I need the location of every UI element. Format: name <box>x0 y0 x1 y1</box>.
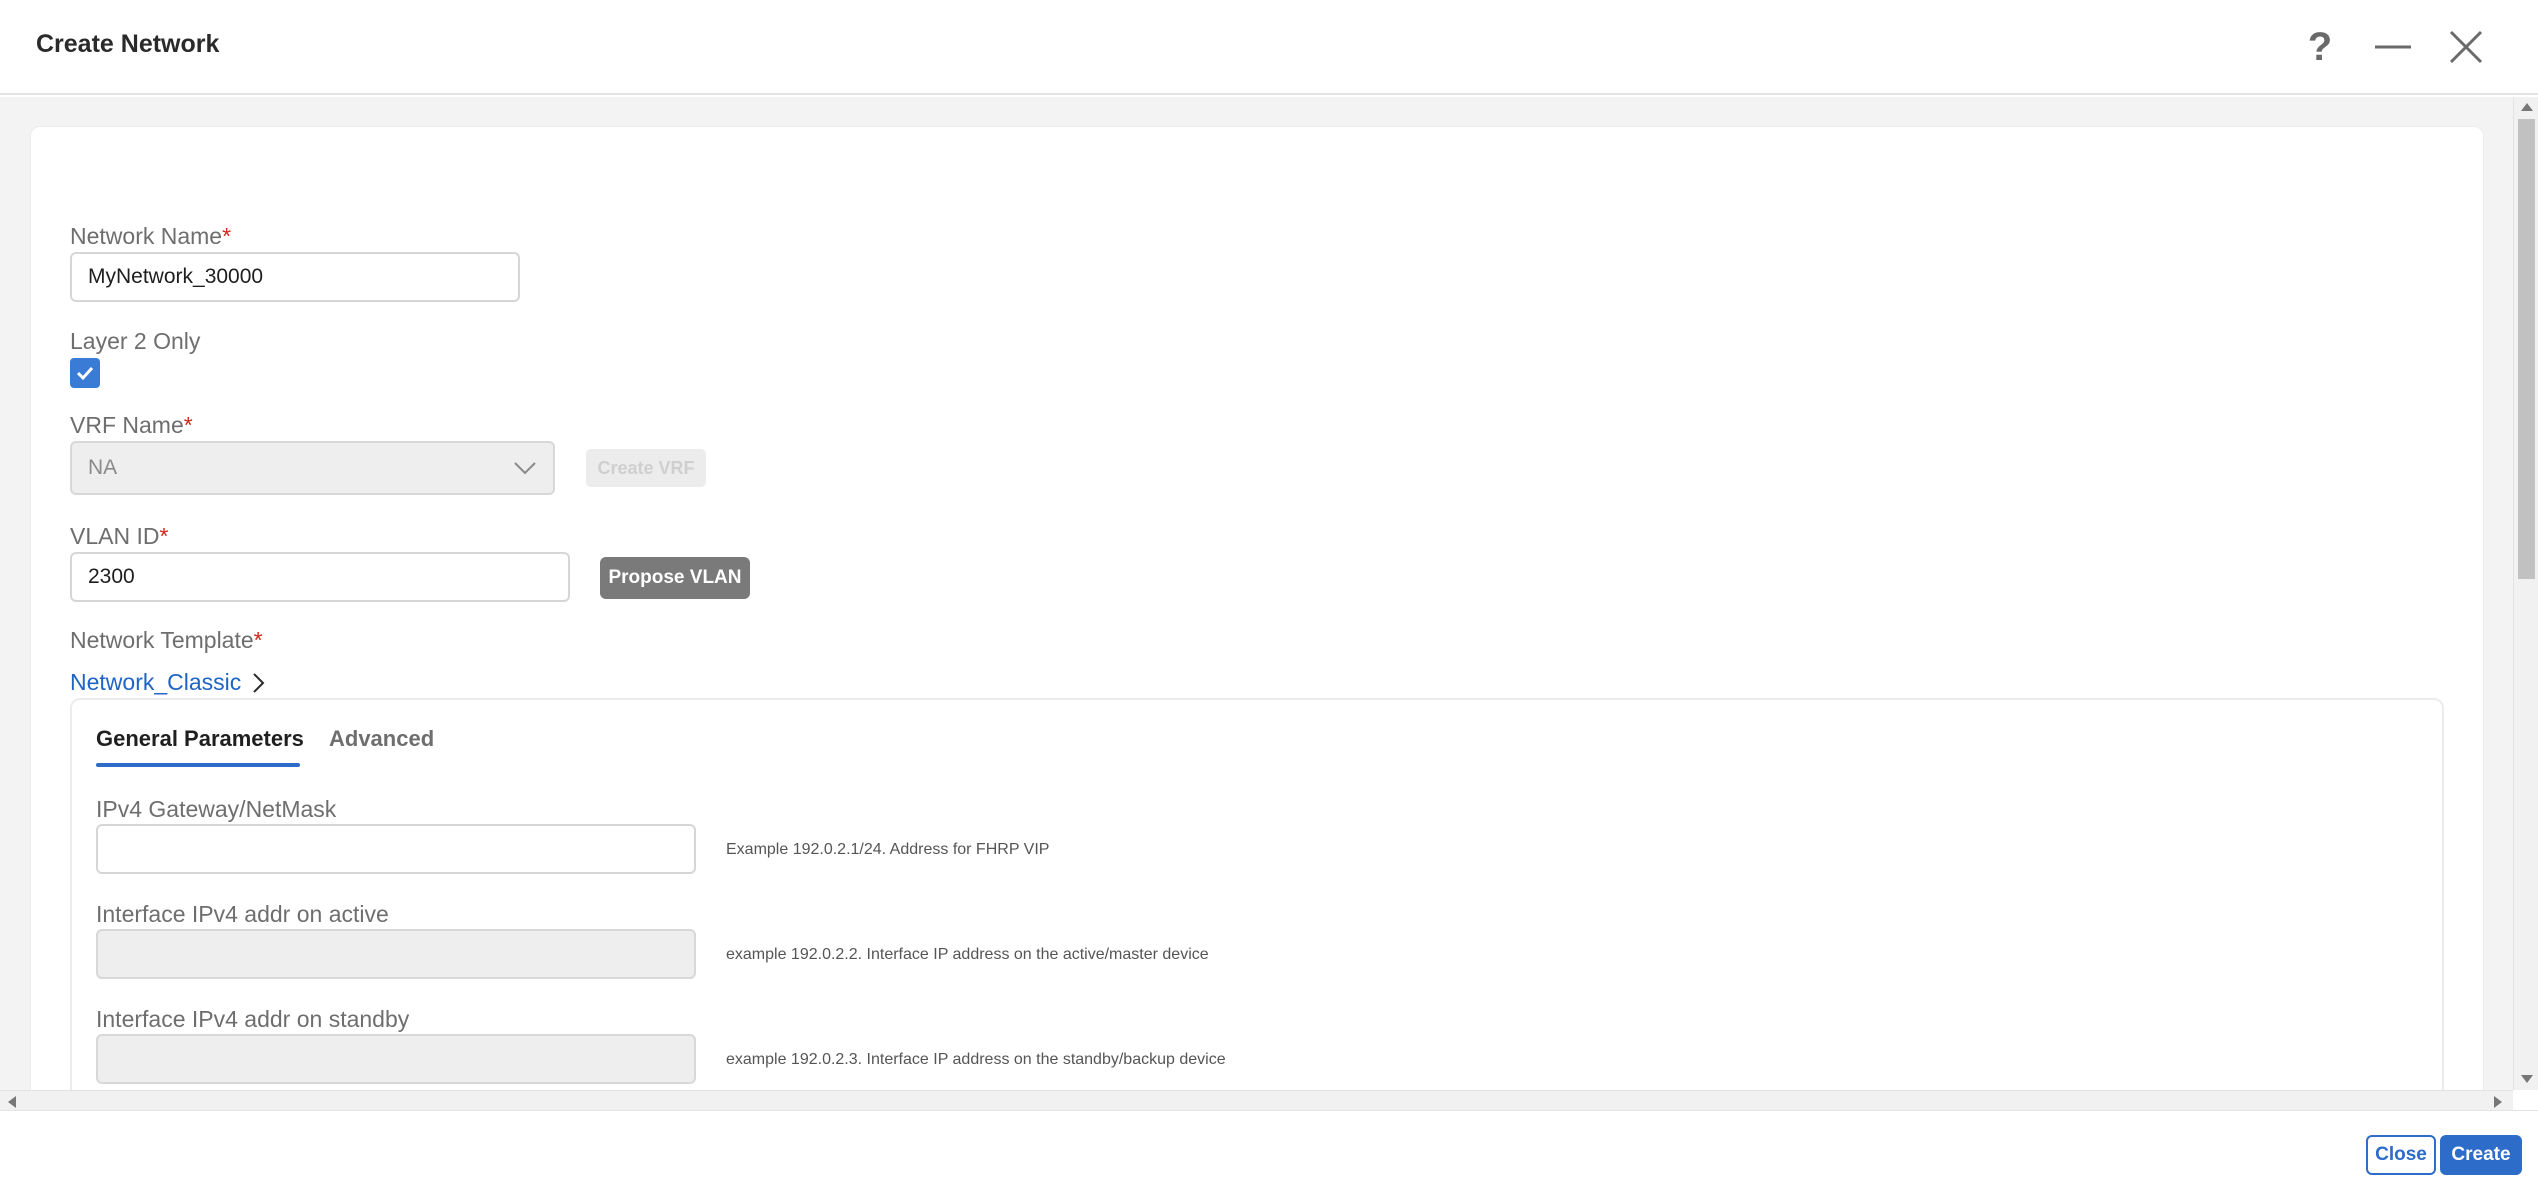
scroll-up-arrow[interactable] <box>2521 103 2533 111</box>
vlan-id-input[interactable]: 2300 <box>70 552 570 602</box>
tab-general-parameters[interactable]: General Parameters <box>96 726 304 752</box>
vrf-name-select[interactable]: NA <box>70 441 555 495</box>
create-vrf-button[interactable]: Create VRF <box>586 449 706 487</box>
scroll-down-arrow[interactable] <box>2521 1075 2533 1083</box>
vertical-scroll-thumb[interactable] <box>2518 119 2535 579</box>
ipv4-gateway-label: IPv4 Gateway/NetMask <box>96 796 337 822</box>
help-icon[interactable]: ? <box>2295 22 2345 72</box>
ipv4-active-label: Interface IPv4 addr on active <box>96 901 389 927</box>
page-title: Create Network <box>36 30 220 58</box>
ipv4-standby-label: Interface IPv4 addr on standby <box>96 1006 410 1032</box>
ipv4-active-hint: example 192.0.2.2. Interface IP address … <box>726 946 1209 963</box>
modal-header: Create Network ? <box>0 0 2538 95</box>
vrf-name-label: VRF Name* <box>70 412 193 438</box>
parameters-panel: General Parameters Advanced IPv4 Gateway… <box>70 698 2444 1090</box>
ipv4-standby-input[interactable] <box>96 1034 696 1084</box>
horizontal-scrollbar[interactable] <box>0 1090 2513 1110</box>
form-card: Network Name* MyNetwork_30000 Layer 2 On… <box>30 126 2484 1090</box>
scroll-left-arrow[interactable] <box>8 1096 16 1108</box>
ipv4-gateway-hint: Example 192.0.2.1/24. Address for FHRP V… <box>726 841 1050 858</box>
minimize-icon[interactable] <box>2368 22 2418 72</box>
ipv4-active-input[interactable] <box>96 929 696 979</box>
network-name-label: Network Name* <box>70 223 232 249</box>
propose-vlan-button[interactable]: Propose VLAN <box>600 557 750 599</box>
vertical-scrollbar[interactable] <box>2513 97 2538 1090</box>
network-name-input[interactable]: MyNetwork_30000 <box>70 252 520 302</box>
close-icon[interactable] <box>2441 22 2491 72</box>
modal-footer: Close Create <box>0 1110 2538 1194</box>
layer2-only-checkbox[interactable] <box>70 358 100 388</box>
ipv4-standby-hint: example 192.0.2.3. Interface IP address … <box>726 1051 1226 1068</box>
modal-body: Network Name* MyNetwork_30000 Layer 2 On… <box>0 97 2538 1090</box>
scroll-right-arrow[interactable] <box>2494 1096 2502 1108</box>
vlan-id-label: VLAN ID* <box>70 523 169 549</box>
ipv4-gateway-input[interactable] <box>96 824 696 874</box>
network-template-link[interactable]: Network_Classic <box>70 669 269 696</box>
network-template-label: Network Template* <box>70 627 263 653</box>
create-button[interactable]: Create <box>2440 1135 2522 1175</box>
checkmark-icon <box>76 366 94 381</box>
layer2-only-label: Layer 2 Only <box>70 328 201 354</box>
chevron-right-icon <box>253 672 265 693</box>
tab-advanced[interactable]: Advanced <box>329 726 434 752</box>
active-tab-indicator <box>96 763 300 767</box>
close-button[interactable]: Close <box>2366 1135 2436 1175</box>
chevron-down-icon <box>514 462 536 475</box>
